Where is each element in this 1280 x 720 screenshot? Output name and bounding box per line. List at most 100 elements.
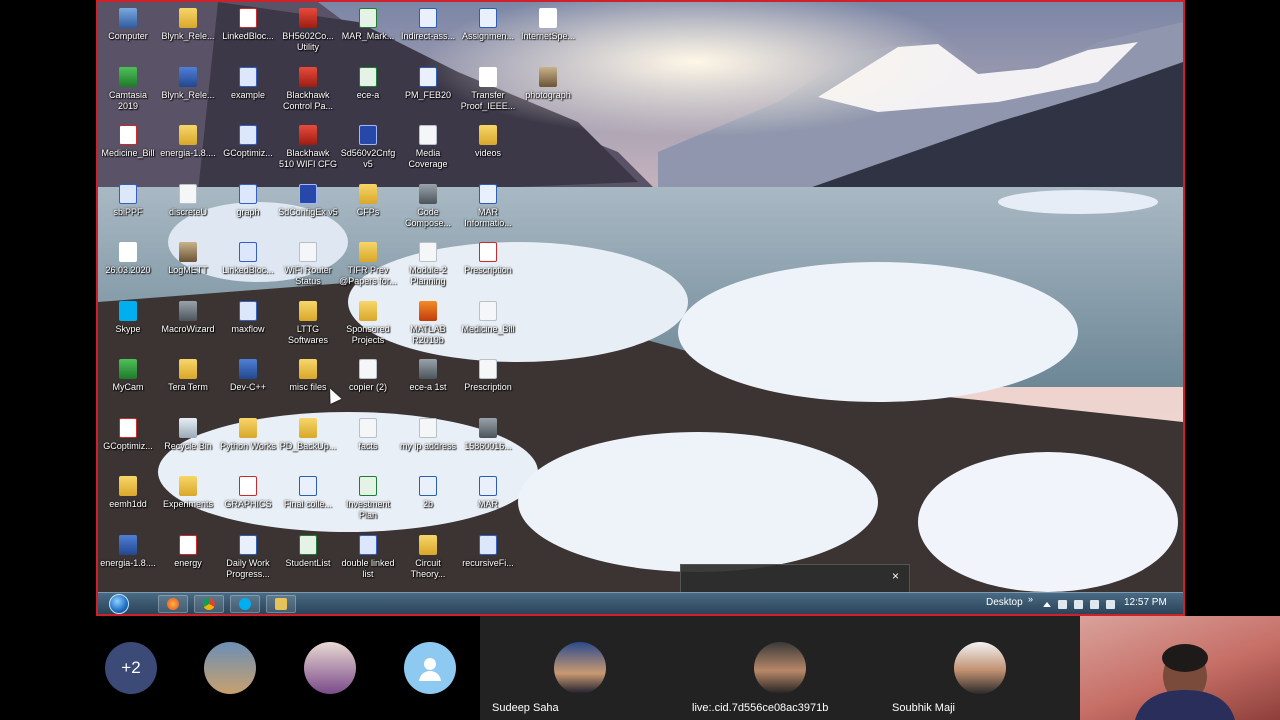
desktop-icon[interactable]: sbiPPF <box>98 183 158 240</box>
desktop-icon[interactable]: 26.03.2020 <box>98 242 158 298</box>
desktop-icon[interactable]: Blackhawk Control Pa... <box>278 66 338 123</box>
desktop-icon[interactable]: my ip address <box>398 417 458 474</box>
device-icon[interactable] <box>1058 599 1067 609</box>
desktop-icon[interactable]: LinkedBloc... <box>218 242 278 298</box>
desktop-icon[interactable]: MyCam <box>98 359 158 415</box>
desktop-icon[interactable]: MacroWizard <box>158 300 218 357</box>
participant-tile[interactable] <box>280 616 380 720</box>
desktop-icon[interactable]: recursiveFi... <box>458 534 518 591</box>
desktop-icon[interactable]: photograph <box>518 66 578 123</box>
desktop-icon[interactable]: ece-a <box>338 66 398 123</box>
desktop-icon[interactable]: copier (2) <box>338 359 398 415</box>
desktop-icon[interactable]: BH5602Co... Utility <box>278 8 338 64</box>
desktop-icon[interactable]: Assignmen... <box>458 8 518 64</box>
desktop-icon[interactable]: graph <box>218 183 278 240</box>
desktop-icon[interactable]: eemh1dd <box>98 476 158 532</box>
desktop-icon[interactable]: Transfer Proof_IEEE... <box>458 66 518 123</box>
explorer-icon[interactable] <box>266 595 296 613</box>
desktop-icon[interactable]: WiFi Router Status <box>278 242 338 298</box>
file-file-icon <box>179 183 197 204</box>
flag-icon[interactable] <box>1074 599 1083 609</box>
desktop-icon[interactable]: Module-2 Planning <box>398 242 458 298</box>
desktop-icon[interactable]: Medicine_Bill <box>98 125 158 181</box>
desktop-icon[interactable]: MAR Informatio... <box>458 183 518 240</box>
desktop-icon[interactable]: GCoptimiz... <box>218 125 278 181</box>
desktop-icon[interactable]: GRAPHICS <box>218 476 278 532</box>
network-icon[interactable] <box>1090 599 1099 609</box>
desktop-icon[interactable]: Computer <box>98 8 158 64</box>
desktop-icon[interactable]: Medicine_Bill <box>458 300 518 357</box>
desktop-icon[interactable]: PM_FEB20 <box>398 66 458 123</box>
desktop-icon[interactable]: facts <box>338 417 398 474</box>
desktop-icon[interactable]: Circuit Theory... <box>398 534 458 591</box>
desktop-icon[interactable]: Daily Work Progress... <box>218 534 278 591</box>
chrome-icon[interactable] <box>194 595 224 613</box>
desktop-icon[interactable]: Recycle Bin <box>158 417 218 474</box>
desktop-icon[interactable]: videos <box>458 125 518 181</box>
desktop-icon[interactable]: Sponsored Projects <box>338 300 398 357</box>
desktop-icon[interactable]: Blackhawk 510 WIFI CFG <box>278 125 338 181</box>
desktop-icon[interactable]: Code Compose... <box>398 183 458 240</box>
desktop-icon[interactable]: Indirect-ass... <box>398 8 458 64</box>
desktop-icon[interactable]: Camtasia 2019 <box>98 66 158 123</box>
desktop-icon[interactable]: 15860016... <box>458 417 518 474</box>
desktop-icon[interactable]: LogMETT <box>158 242 218 298</box>
desktop-icon[interactable]: discreteU <box>158 183 218 240</box>
desktop-icon[interactable]: energia-1.8.... <box>98 534 158 591</box>
desktop-icon[interactable]: Skype <box>98 300 158 357</box>
desktop-icon[interactable]: GCoptimiz... <box>98 417 158 474</box>
desktop-toolbar-label[interactable]: Desktop <box>986 597 1023 608</box>
word-file-icon <box>419 8 437 28</box>
file-file-icon <box>419 417 437 438</box>
desktop-icon[interactable]: Blynk_Rele... <box>158 8 218 64</box>
desktop-icon[interactable]: Python Works <box>218 417 278 474</box>
desktop-icon[interactable]: LTTG Softwares <box>278 300 338 357</box>
desktop-icon[interactable]: Tera Term <box>158 359 218 415</box>
participant-tile[interactable] <box>180 616 280 720</box>
pdf-file-icon <box>119 125 137 145</box>
participant-tile[interactable] <box>380 616 480 720</box>
desktop-icon[interactable]: ece-a 1st <box>398 359 458 415</box>
desktop-icon[interactable]: Dev-C++ <box>218 359 278 415</box>
toolbar-chevron-icon[interactable]: » <box>1028 594 1033 604</box>
desktop-icon[interactable]: TIFR Prev @Papers for... <box>338 242 398 298</box>
desktop-icon[interactable]: 2b <box>398 476 458 532</box>
desktop-icon[interactable]: energy <box>158 534 218 591</box>
desktop-icon[interactable]: SdConfigEx v5 <box>278 183 338 240</box>
participant-tile[interactable]: Sudeep Saha <box>480 616 680 720</box>
start-button[interactable] <box>104 593 134 614</box>
desktop-icon[interactable]: MATLAB R2019b <box>398 300 458 357</box>
desktop-icon[interactable]: Experiments <box>158 476 218 532</box>
firefox-icon[interactable] <box>158 595 188 613</box>
desktop-icon[interactable]: double linked list <box>338 534 398 591</box>
participant-tile[interactable]: live:.cid.7d556ce08ac3971b <box>680 616 880 720</box>
desktop-icon[interactable]: PD_BackUp... <box>278 417 338 474</box>
desktop-icon[interactable]: maxflow <box>218 300 278 357</box>
more-participants-button[interactable]: +2 <box>105 642 157 694</box>
taskbar-clock[interactable]: 12:57 PM <box>1124 597 1167 608</box>
desktop-icon[interactable]: energia-1.8.... <box>158 125 218 181</box>
cpp-file-icon <box>239 183 257 204</box>
desktop-icon[interactable]: LinkedBloc... <box>218 8 278 64</box>
close-icon[interactable]: × <box>892 569 899 583</box>
desktop-icon[interactable]: example <box>218 66 278 123</box>
desktop-icon[interactable]: CFPs <box>338 183 398 240</box>
desktop-icon[interactable]: Final colle... <box>278 476 338 532</box>
volume-icon[interactable] <box>1106 599 1115 609</box>
desktop-icon[interactable]: Prescription <box>458 359 518 415</box>
participant-tile[interactable]: Soubhik Maji <box>880 616 1080 720</box>
desktop-icon[interactable]: Sd560v2Cnfg v5 <box>338 125 398 181</box>
desktop-icon[interactable]: MAR <box>458 476 518 532</box>
desktop-icon[interactable]: Investment Plan <box>338 476 398 532</box>
desktop-icon-label: Media Coverage <box>408 148 448 169</box>
desktop-icon[interactable]: StudentList <box>278 534 338 591</box>
desktop-icon[interactable]: misc files <box>278 359 338 415</box>
show-hidden-icons-icon[interactable] <box>1043 601 1051 607</box>
desktop-icon[interactable]: Blynk_Rele... <box>158 66 218 123</box>
desktop-icon[interactable]: MAR_Mark... <box>338 8 398 64</box>
skype-icon[interactable] <box>230 595 260 613</box>
desktop-icon[interactable]: Media Coverage <box>398 125 458 181</box>
desktop-icon[interactable]: Prescription <box>458 242 518 298</box>
desktop-icon[interactable]: InternetSpe... <box>518 8 578 64</box>
word-file-icon <box>239 534 257 555</box>
